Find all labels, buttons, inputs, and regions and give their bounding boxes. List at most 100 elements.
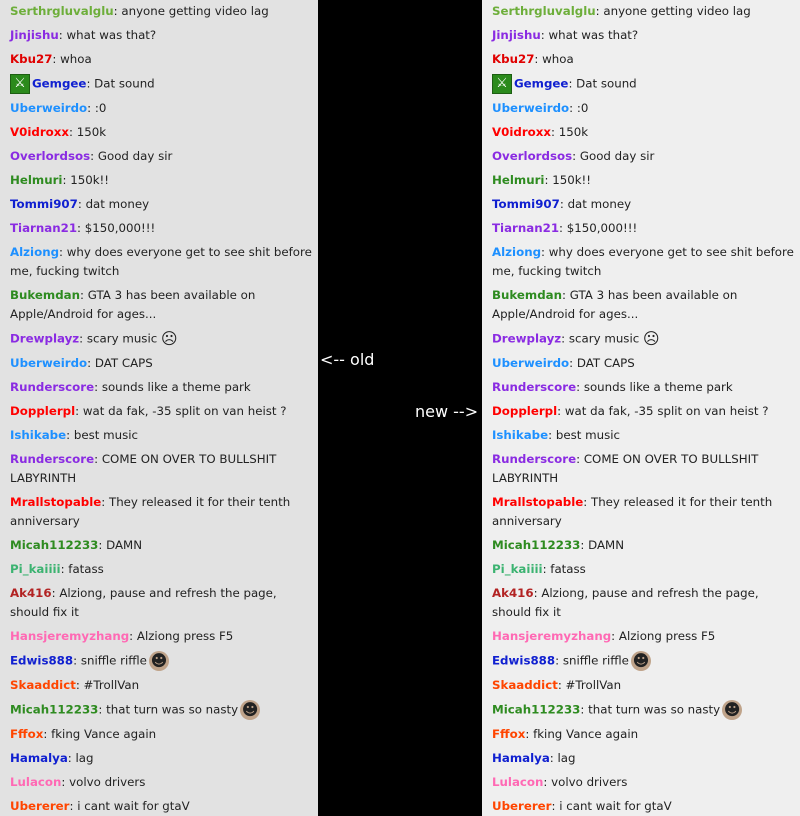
chat-username[interactable]: Dopplerpl (492, 404, 557, 418)
chat-message: Hamalya: lag (482, 747, 800, 771)
chat-username[interactable]: Runderscore (10, 452, 94, 466)
chat-text: : fking Vance again (525, 727, 639, 741)
chat-username[interactable]: Bukemdan (10, 288, 80, 302)
chat-username[interactable]: Lulacon (492, 775, 543, 789)
chat-username[interactable]: Fffox (492, 727, 525, 741)
face-emote-icon: ☻ (148, 651, 169, 671)
chat-username[interactable]: Hansjeremyzhang (10, 629, 129, 643)
chat-username[interactable]: Micah112233 (10, 538, 98, 552)
chat-username[interactable]: Pi_kaiiii (10, 562, 61, 576)
chat-username[interactable]: Micah112233 (492, 538, 580, 552)
chat-message: Skaaddict: #TrollVan (0, 674, 318, 698)
chat-text: : 150k (550, 125, 589, 139)
chat-username[interactable]: Pi_kaiiii (492, 562, 543, 576)
chat-username[interactable]: Hamalya (492, 751, 550, 765)
chat-message: Mrallstopable: They released it for thei… (482, 491, 800, 534)
chat-text: : sniffle riffle (73, 653, 147, 668)
chat-text: : that turn was so nasty (98, 702, 239, 717)
chat-message: Edwis888: sniffle riffle ☻ (482, 649, 800, 674)
chat-username[interactable]: Gemgee (514, 77, 568, 91)
chat-text: : sniffle riffle (555, 653, 629, 668)
chat-username[interactable]: Kbu27 (492, 52, 534, 66)
chat-username[interactable]: Drewplayz (492, 332, 561, 346)
chat-message: Tommi907: dat money (482, 193, 800, 217)
chat-username[interactable]: Overlordsos (492, 149, 572, 163)
chat-username[interactable]: Uberweirdo (10, 101, 87, 115)
chat-username[interactable]: Micah112233 (10, 703, 98, 717)
chat-message: Serthrgluvalglu: anyone getting video la… (482, 0, 800, 24)
chat-message: Lulacon: volvo drivers (482, 771, 800, 795)
chat-username[interactable]: Kbu27 (10, 52, 52, 66)
chat-username[interactable]: Micah112233 (492, 703, 580, 717)
chat-username[interactable]: Gemgee (32, 77, 86, 91)
chat-username[interactable]: Uberweirdo (492, 356, 569, 370)
chat-username[interactable]: Alziong (492, 245, 541, 259)
face-emote-icon: ☻ (722, 700, 743, 720)
chat-username[interactable]: Helmuri (10, 173, 62, 187)
chat-username[interactable]: Uberweirdo (492, 101, 569, 115)
sad-emote-icon: ☹ (160, 329, 178, 348)
chat-username[interactable]: V0idroxx (10, 125, 69, 139)
chat-username[interactable]: V0idroxx (492, 125, 551, 139)
chat-message: Dopplerpl: wat da fak, -35 split on van … (0, 400, 318, 424)
chat-message: Kbu27: whoa (482, 48, 800, 72)
chat-text: : :0 (87, 101, 107, 115)
chat-username[interactable]: Drewplayz (10, 332, 79, 346)
chat-username[interactable]: Overlordsos (10, 149, 90, 163)
chat-username[interactable]: Serthrgluvalglu (10, 4, 114, 18)
chat-message: Helmuri: 150k!! (482, 169, 800, 193)
chat-username[interactable]: Ishikabe (10, 428, 66, 442)
chat-username[interactable]: Skaaddict (10, 678, 76, 692)
chat-message: Pi_kaiiii: fatass (482, 558, 800, 582)
chat-text: : what was that? (58, 28, 157, 42)
chat-text: : volvo drivers (61, 775, 146, 789)
chat-username[interactable]: Serthrgluvalglu (492, 4, 596, 18)
chat-username[interactable]: Jinjishu (10, 28, 59, 42)
chat-username[interactable]: Runderscore (492, 452, 576, 466)
chat-username[interactable]: Ubererer (10, 799, 69, 813)
chat-username[interactable]: Tommi907 (492, 197, 560, 211)
chat-username[interactable]: Skaaddict (492, 678, 558, 692)
chat-username[interactable]: Tiarnan21 (492, 221, 559, 235)
chat-username[interactable]: Mrallstopable (492, 495, 583, 509)
chat-username[interactable]: Helmuri (492, 173, 544, 187)
chat-username[interactable]: Jinjishu (492, 28, 541, 42)
chat-username[interactable]: Tommi907 (10, 197, 78, 211)
chat-message: Tiarnan21: $150,000!!! (0, 217, 318, 241)
chat-text: : best music (548, 428, 620, 442)
chat-username[interactable]: Edwis888 (492, 654, 555, 668)
chat-username[interactable]: Hamalya (10, 751, 68, 765)
chat-username[interactable]: Runderscore (10, 380, 94, 394)
chat-username[interactable]: Ak416 (10, 586, 52, 600)
old-arrow-label: <-- old (320, 350, 375, 369)
chat-text: : fking Vance again (43, 727, 157, 741)
chat-username[interactable]: Lulacon (10, 775, 61, 789)
chat-username[interactable]: Edwis888 (10, 654, 73, 668)
chat-username[interactable]: Ishikabe (492, 428, 548, 442)
chat-text: : dat money (77, 197, 150, 211)
chat-message: Edwis888: sniffle riffle ☻ (0, 649, 318, 674)
chat-username[interactable]: Hansjeremyzhang (492, 629, 611, 643)
chat-username[interactable]: Bukemdan (492, 288, 562, 302)
new-chat-panel: Serthrgluvalglu: anyone getting video la… (482, 0, 800, 816)
chat-username[interactable]: Ubererer (492, 799, 551, 813)
chat-username[interactable]: Fffox (10, 727, 43, 741)
chat-message: Mrallstopable: They released it for thei… (0, 491, 318, 534)
chat-username[interactable]: Alziong (10, 245, 59, 259)
chat-username[interactable]: Tiarnan21 (10, 221, 77, 235)
chat-message: Overlordsos: Good day sir (482, 145, 800, 169)
chat-username[interactable]: Runderscore (492, 380, 576, 394)
chat-message: Ak416: Alziong, pause and refresh the pa… (0, 582, 318, 625)
chat-message: Skaaddict: #TrollVan (482, 674, 800, 698)
chat-text: : Alziong press F5 (611, 629, 716, 643)
chat-text: : lag (549, 751, 576, 765)
chat-message: Uberweirdo: :0 (482, 97, 800, 121)
chat-username[interactable]: Ak416 (492, 586, 534, 600)
chat-username[interactable]: Mrallstopable (10, 495, 101, 509)
chat-text: : $150,000!!! (559, 221, 638, 235)
chat-username[interactable]: Uberweirdo (10, 356, 87, 370)
chat-text: : DAMN (98, 538, 143, 552)
chat-message: Ak416: Alziong, pause and refresh the pa… (482, 582, 800, 625)
chat-username[interactable]: Dopplerpl (10, 404, 75, 418)
chat-message: Alziong: why does everyone get to see sh… (0, 241, 318, 284)
